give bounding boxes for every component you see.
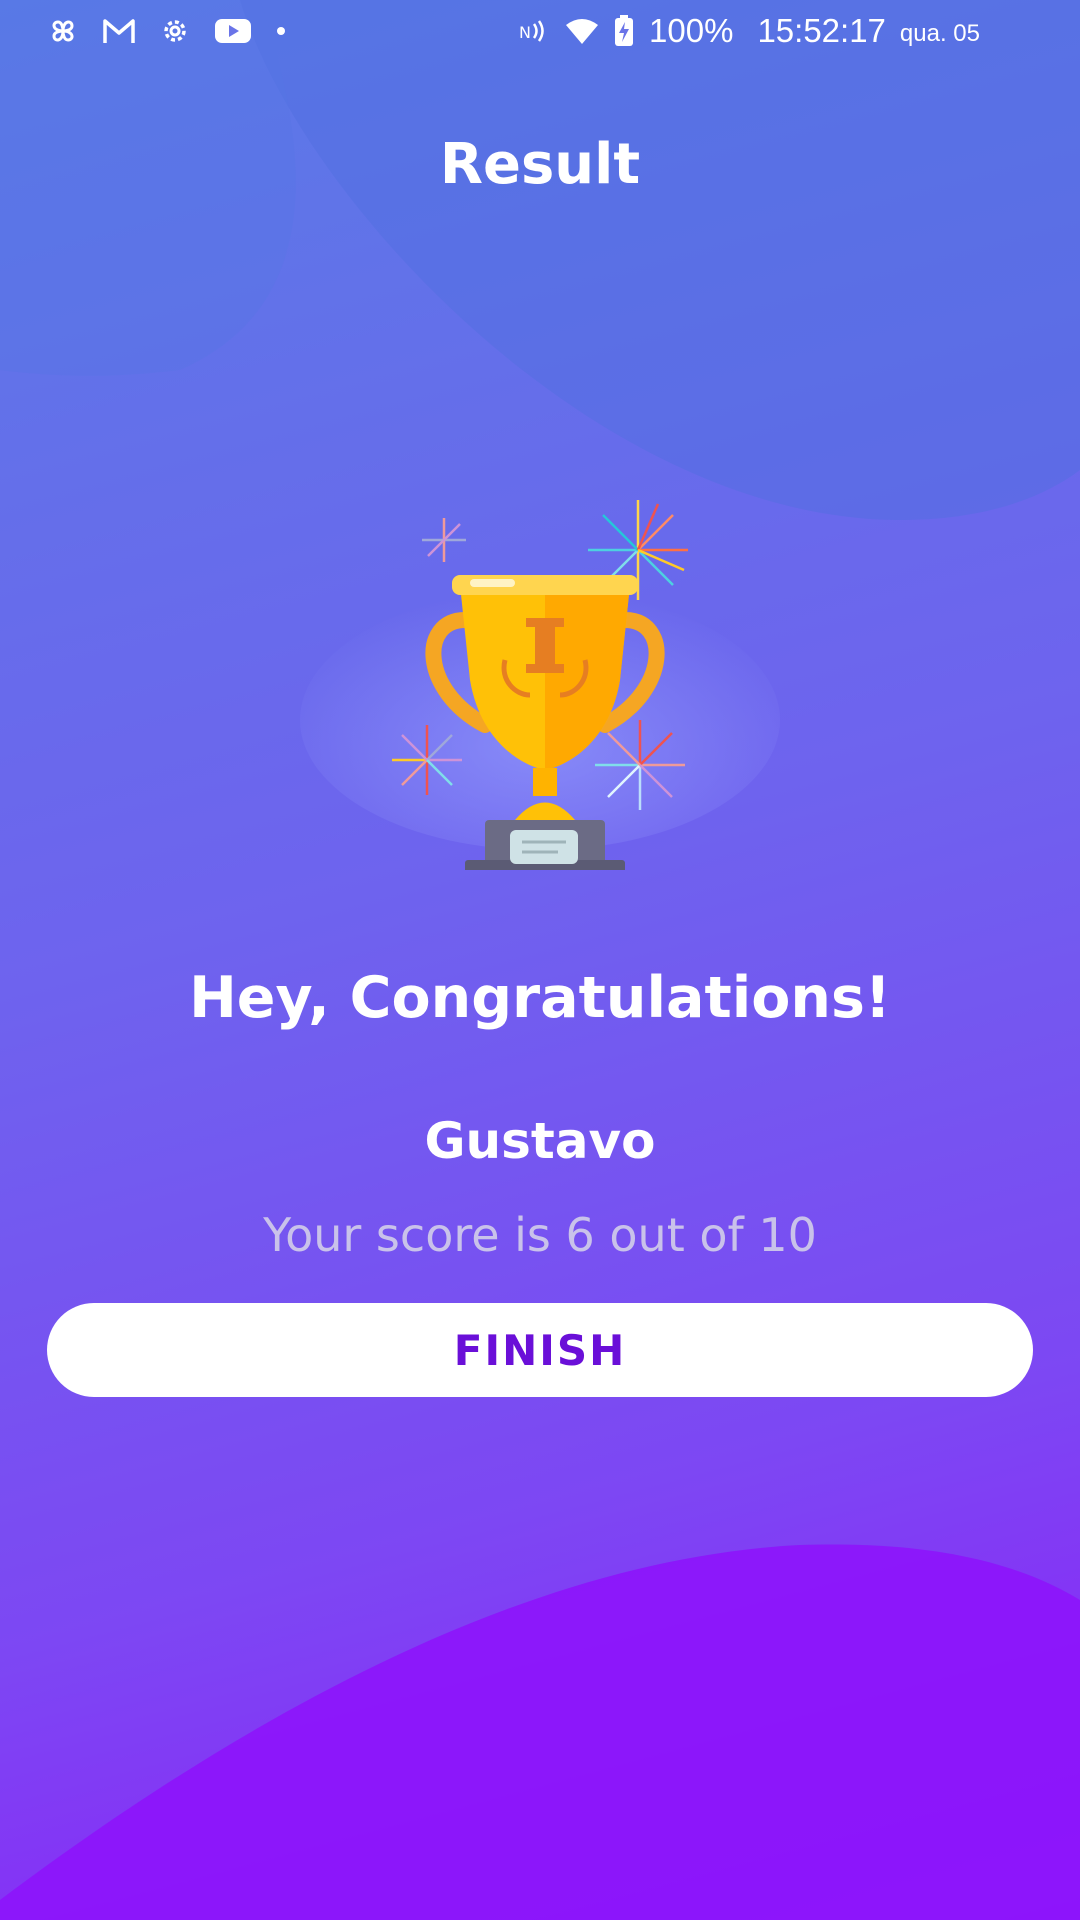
finish-button[interactable]: FINISH [47, 1303, 1033, 1397]
background-waves [0, 0, 1080, 1920]
page-title: Result [439, 132, 641, 197]
clock: 15:52:17 [757, 12, 886, 49]
pinwheel-icon [46, 14, 80, 48]
nfc-icon: N [517, 14, 551, 48]
settings-icon [158, 14, 192, 48]
congratulations-heading: Hey, Congratulations! [189, 965, 891, 1031]
user-name: Gustavo [424, 1112, 656, 1170]
battery-charging-icon [613, 14, 635, 48]
trophy-illustration [300, 480, 780, 880]
date: qua. 05 [899, 20, 980, 47]
youtube-icon [214, 14, 252, 48]
svg-text:N: N [519, 23, 531, 42]
dot-icon [274, 14, 288, 48]
battery-percent: 100% [649, 12, 734, 49]
gmail-icon [102, 14, 136, 48]
wifi-icon [565, 14, 599, 48]
trophy-icon [300, 500, 780, 880]
status-bar: N 100% 15:52:17 qua. 05 [0, 0, 1080, 68]
score-text: Your score is 6 out of 10 [263, 1208, 817, 1262]
